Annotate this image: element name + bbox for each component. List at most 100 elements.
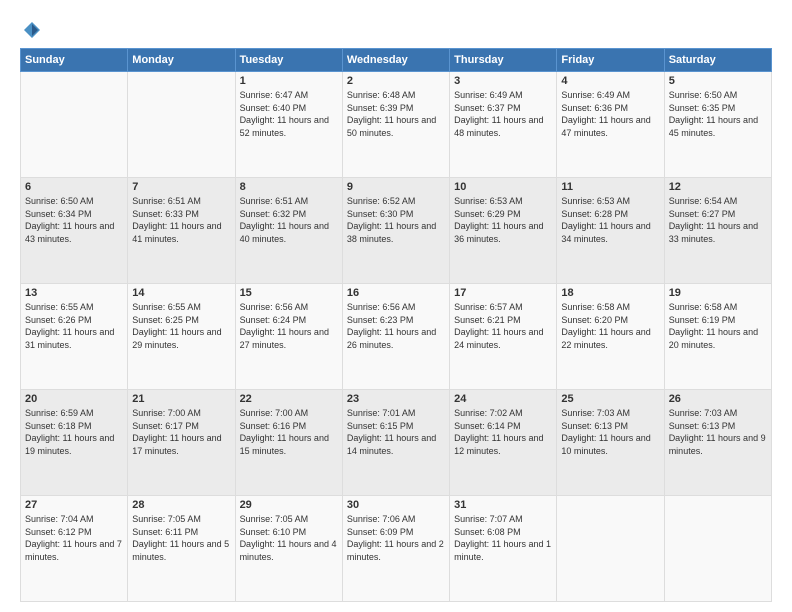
calendar-cell: 2 Sunrise: 6:48 AMSunset: 6:39 PMDaylight… — [342, 72, 449, 178]
day-number: 11 — [561, 181, 659, 193]
day-number: 12 — [669, 181, 767, 193]
calendar-cell: 15 Sunrise: 6:56 AMSunset: 6:24 PMDayligh… — [235, 284, 342, 390]
day-number: 2 — [347, 75, 445, 87]
day-info: Sunrise: 7:03 AMSunset: 6:13 PMDaylight:… — [669, 407, 767, 457]
calendar-cell: 22 Sunrise: 7:00 AMSunset: 6:16 PMDayligh… — [235, 390, 342, 496]
day-number: 15 — [240, 287, 338, 299]
calendar-cell: 17 Sunrise: 6:57 AMSunset: 6:21 PMDayligh… — [450, 284, 557, 390]
day-info: Sunrise: 6:56 AMSunset: 6:23 PMDaylight:… — [347, 301, 445, 351]
day-number: 16 — [347, 287, 445, 299]
day-info: Sunrise: 7:07 AMSunset: 6:08 PMDaylight:… — [454, 513, 552, 563]
day-number: 17 — [454, 287, 552, 299]
calendar-cell: 29 Sunrise: 7:05 AMSunset: 6:10 PMDayligh… — [235, 496, 342, 602]
day-number: 6 — [25, 181, 123, 193]
day-info: Sunrise: 6:49 AMSunset: 6:37 PMDaylight:… — [454, 89, 552, 139]
calendar-cell: 11 Sunrise: 6:53 AMSunset: 6:28 PMDayligh… — [557, 178, 664, 284]
day-number: 23 — [347, 393, 445, 405]
calendar-week-2: 13 Sunrise: 6:55 AMSunset: 6:26 PMDayligh… — [21, 284, 772, 390]
page: SundayMondayTuesdayWednesdayThursdayFrid… — [0, 0, 792, 612]
day-info: Sunrise: 6:59 AMSunset: 6:18 PMDaylight:… — [25, 407, 123, 457]
calendar-header-row: SundayMondayTuesdayWednesdayThursdayFrid… — [21, 49, 772, 72]
day-header-saturday: Saturday — [664, 49, 771, 72]
day-info: Sunrise: 6:48 AMSunset: 6:39 PMDaylight:… — [347, 89, 445, 139]
day-info: Sunrise: 7:01 AMSunset: 6:15 PMDaylight:… — [347, 407, 445, 457]
day-info: Sunrise: 7:05 AMSunset: 6:10 PMDaylight:… — [240, 513, 338, 563]
calendar-cell: 4Sunrise: 6:49 AMSunset: 6:36 PMDaylight… — [557, 72, 664, 178]
header — [20, 16, 772, 40]
day-info: Sunrise: 7:00 AMSunset: 6:16 PMDaylight:… — [240, 407, 338, 457]
day-info: Sunrise: 6:54 AMSunset: 6:27 PMDaylight:… — [669, 195, 767, 245]
calendar-week-0: 1Sunrise: 6:47 AMSunset: 6:40 PMDaylight… — [21, 72, 772, 178]
day-number: 26 — [669, 393, 767, 405]
day-info: Sunrise: 7:02 AMSunset: 6:14 PMDaylight:… — [454, 407, 552, 457]
calendar-cell — [664, 496, 771, 602]
day-info: Sunrise: 6:55 AMSunset: 6:26 PMDaylight:… — [25, 301, 123, 351]
calendar-cell: 10 Sunrise: 6:53 AMSunset: 6:29 PMDayligh… — [450, 178, 557, 284]
day-number: 3 — [454, 75, 552, 87]
calendar-cell: 13 Sunrise: 6:55 AMSunset: 6:26 PMDayligh… — [21, 284, 128, 390]
day-header-tuesday: Tuesday — [235, 49, 342, 72]
day-info: Sunrise: 6:56 AMSunset: 6:24 PMDaylight:… — [240, 301, 338, 351]
day-number: 21 — [132, 393, 230, 405]
day-info: Sunrise: 6:57 AMSunset: 6:21 PMDaylight:… — [454, 301, 552, 351]
day-number: 20 — [25, 393, 123, 405]
calendar-week-1: 6 Sunrise: 6:50 AMSunset: 6:34 PMDaylight… — [21, 178, 772, 284]
day-number: 13 — [25, 287, 123, 299]
day-number: 22 — [240, 393, 338, 405]
day-info: Sunrise: 6:50 AMSunset: 6:34 PMDaylight:… — [25, 195, 123, 245]
calendar-cell — [557, 496, 664, 602]
calendar-cell: 23 Sunrise: 7:01 AMSunset: 6:15 PMDayligh… — [342, 390, 449, 496]
calendar-cell: 28Sunrise: 7:05 AMSunset: 6:11 PMDayligh… — [128, 496, 235, 602]
day-info: Sunrise: 6:53 AMSunset: 6:29 PMDaylight:… — [454, 195, 552, 245]
day-number: 18 — [561, 287, 659, 299]
day-number: 10 — [454, 181, 552, 193]
day-info: Sunrise: 6:47 AMSunset: 6:40 PMDaylight:… — [240, 89, 338, 139]
calendar-cell: 12 Sunrise: 6:54 AMSunset: 6:27 PMDayligh… — [664, 178, 771, 284]
calendar-cell — [21, 72, 128, 178]
day-info: Sunrise: 6:50 AMSunset: 6:35 PMDaylight:… — [669, 89, 767, 139]
calendar-cell: 21Sunrise: 7:00 AMSunset: 6:17 PMDayligh… — [128, 390, 235, 496]
day-number: 9 — [347, 181, 445, 193]
day-info: Sunrise: 7:03 AMSunset: 6:13 PMDaylight:… — [561, 407, 659, 457]
day-info: Sunrise: 6:53 AMSunset: 6:28 PMDaylight:… — [561, 195, 659, 245]
day-header-sunday: Sunday — [21, 49, 128, 72]
day-number: 27 — [25, 499, 123, 511]
calendar-cell: 31 Sunrise: 7:07 AMSunset: 6:08 PMDayligh… — [450, 496, 557, 602]
calendar-cell: 1Sunrise: 6:47 AMSunset: 6:40 PMDaylight… — [235, 72, 342, 178]
calendar-cell — [128, 72, 235, 178]
day-number: 5 — [669, 75, 767, 87]
day-info: Sunrise: 6:51 AMSunset: 6:33 PMDaylight:… — [132, 195, 230, 245]
calendar-cell: 27 Sunrise: 7:04 AMSunset: 6:12 PMDayligh… — [21, 496, 128, 602]
day-info: Sunrise: 6:51 AMSunset: 6:32 PMDaylight:… — [240, 195, 338, 245]
calendar: SundayMondayTuesdayWednesdayThursdayFrid… — [20, 48, 772, 602]
calendar-cell: 20 Sunrise: 6:59 AMSunset: 6:18 PMDayligh… — [21, 390, 128, 496]
calendar-cell: 6 Sunrise: 6:50 AMSunset: 6:34 PMDaylight… — [21, 178, 128, 284]
day-header-friday: Friday — [557, 49, 664, 72]
calendar-cell: 18 Sunrise: 6:58 AMSunset: 6:20 PMDayligh… — [557, 284, 664, 390]
day-number: 19 — [669, 287, 767, 299]
day-number: 7 — [132, 181, 230, 193]
calendar-cell: 30Sunrise: 7:06 AMSunset: 6:09 PMDayligh… — [342, 496, 449, 602]
day-number: 8 — [240, 181, 338, 193]
day-info: Sunrise: 6:58 AMSunset: 6:20 PMDaylight:… — [561, 301, 659, 351]
day-number: 31 — [454, 499, 552, 511]
day-info: Sunrise: 7:06 AMSunset: 6:09 PMDaylight:… — [347, 513, 445, 563]
day-info: Sunrise: 7:04 AMSunset: 6:12 PMDaylight:… — [25, 513, 123, 563]
day-info: Sunrise: 6:49 AMSunset: 6:36 PMDaylight:… — [561, 89, 659, 139]
day-info: Sunrise: 6:52 AMSunset: 6:30 PMDaylight:… — [347, 195, 445, 245]
calendar-cell: 8 Sunrise: 6:51 AMSunset: 6:32 PMDaylight… — [235, 178, 342, 284]
day-header-thursday: Thursday — [450, 49, 557, 72]
calendar-cell: 25Sunrise: 7:03 AMSunset: 6:13 PMDayligh… — [557, 390, 664, 496]
calendar-cell: 5 Sunrise: 6:50 AMSunset: 6:35 PMDaylight… — [664, 72, 771, 178]
calendar-cell: 24 Sunrise: 7:02 AMSunset: 6:14 PMDayligh… — [450, 390, 557, 496]
day-number: 24 — [454, 393, 552, 405]
calendar-cell: 16 Sunrise: 6:56 AMSunset: 6:23 PMDayligh… — [342, 284, 449, 390]
day-number: 29 — [240, 499, 338, 511]
logo — [20, 16, 42, 40]
day-header-wednesday: Wednesday — [342, 49, 449, 72]
calendar-cell: 7 Sunrise: 6:51 AMSunset: 6:33 PMDaylight… — [128, 178, 235, 284]
day-info: Sunrise: 7:05 AMSunset: 6:11 PMDaylight:… — [132, 513, 230, 563]
calendar-week-4: 27 Sunrise: 7:04 AMSunset: 6:12 PMDayligh… — [21, 496, 772, 602]
day-info: Sunrise: 6:55 AMSunset: 6:25 PMDaylight:… — [132, 301, 230, 351]
calendar-week-3: 20 Sunrise: 6:59 AMSunset: 6:18 PMDayligh… — [21, 390, 772, 496]
